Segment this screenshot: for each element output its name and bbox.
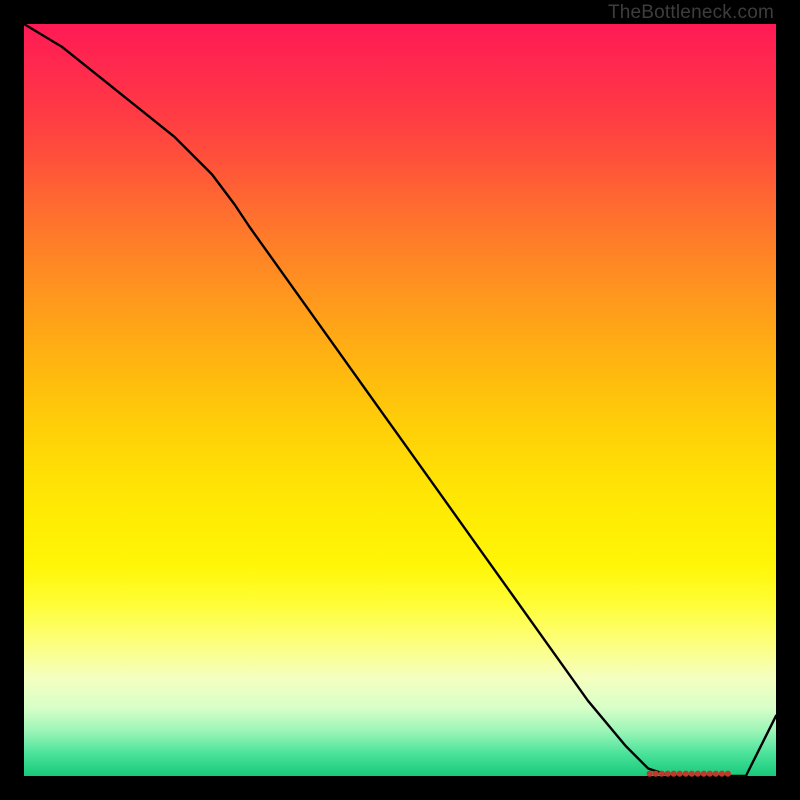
optimum-dot: [695, 771, 701, 777]
bottleneck-curve: [24, 24, 776, 776]
optimum-dot: [659, 771, 665, 777]
optimum-dot: [701, 771, 707, 777]
optimum-dot: [707, 771, 713, 777]
optimum-dot: [665, 771, 671, 777]
optimum-dot: [671, 771, 677, 777]
optimum-dot: [653, 771, 659, 777]
optimum-dot: [719, 771, 725, 777]
optimum-dot: [725, 771, 731, 777]
optimum-dot: [713, 771, 719, 777]
optimum-dot: [677, 771, 683, 777]
optimum-dot: [647, 771, 653, 777]
chart-svg: [24, 24, 776, 776]
optimum-dot: [689, 771, 695, 777]
attribution-watermark: TheBottleneck.com: [608, 2, 774, 24]
chart-frame: TheBottleneck.com: [0, 0, 800, 800]
optimum-dot: [683, 771, 689, 777]
